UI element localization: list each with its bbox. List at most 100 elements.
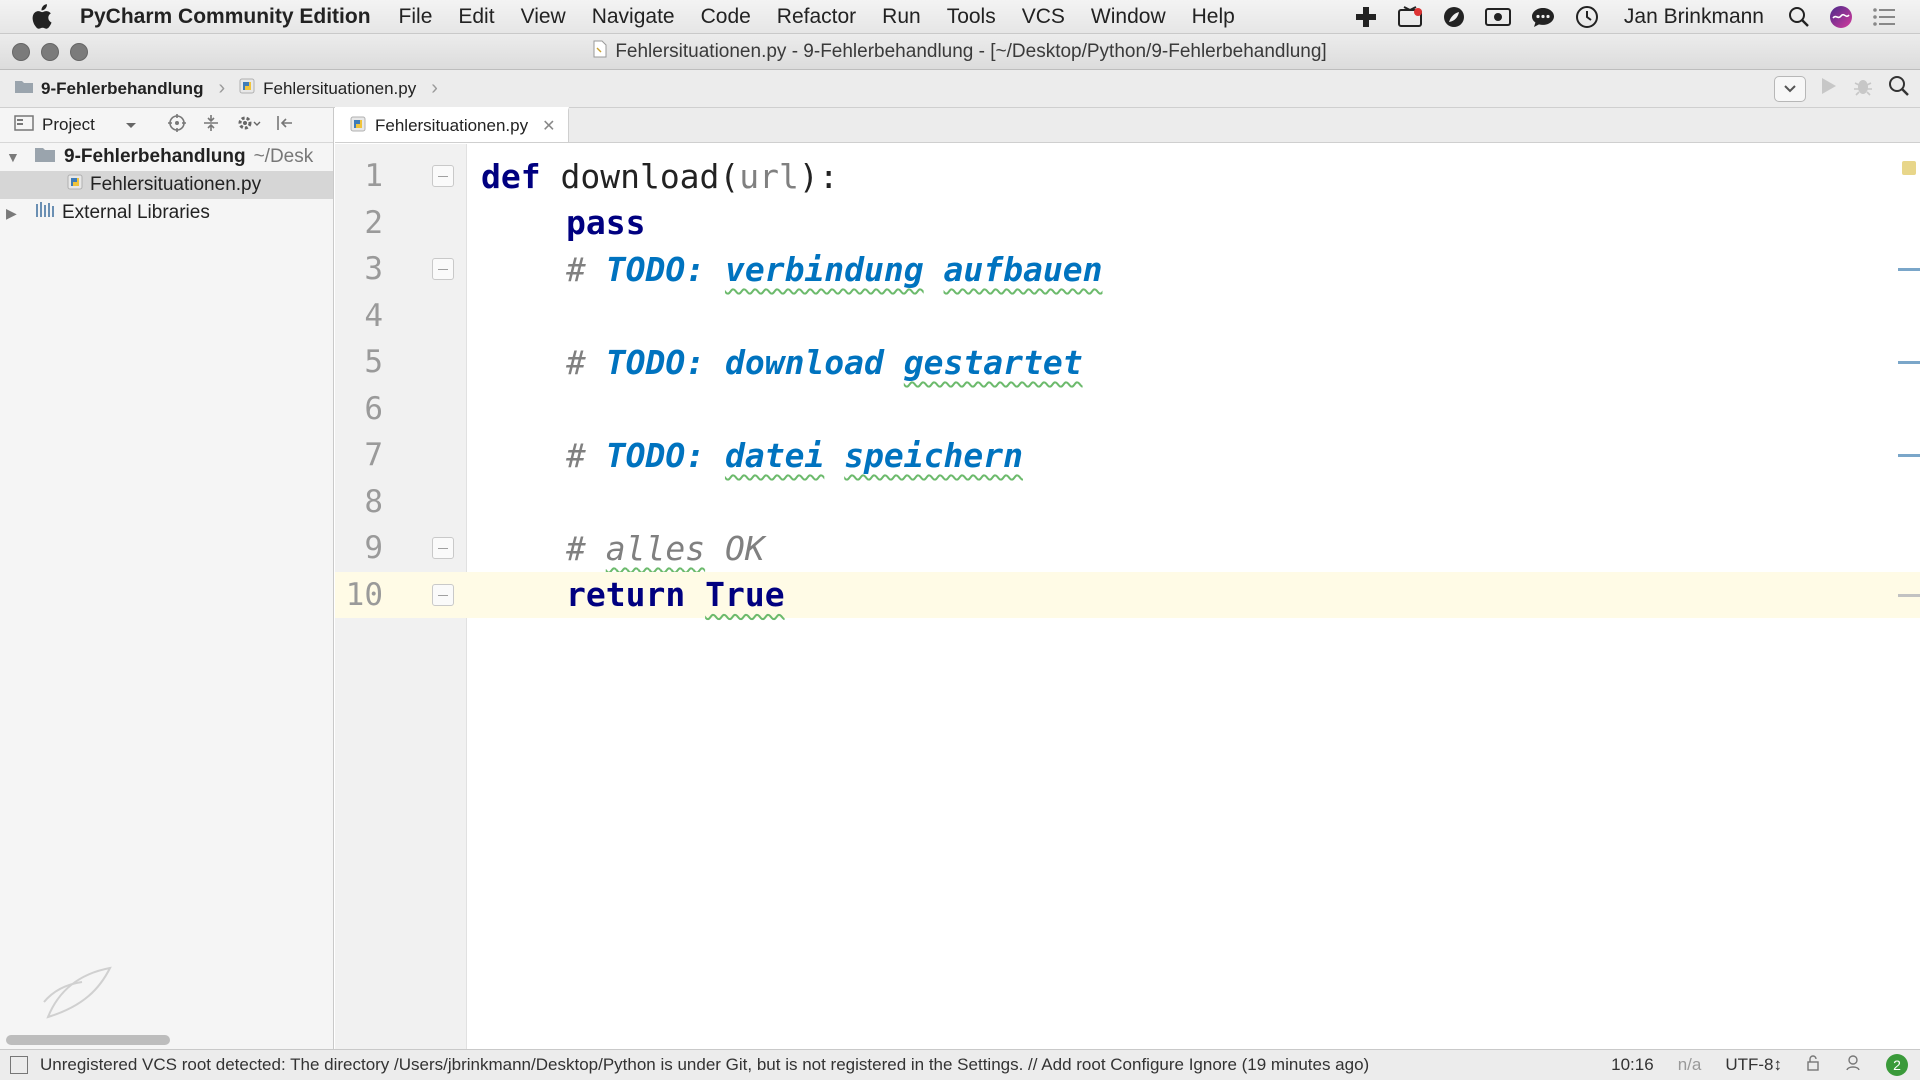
code-line[interactable]: 3 # TODO: verbindung aufbauen: [335, 246, 1920, 293]
presentation-icon[interactable]: [1396, 4, 1424, 30]
apple-icon[interactable]: [30, 3, 58, 30]
menu-view[interactable]: View: [521, 5, 566, 29]
menu-run[interactable]: Run: [882, 5, 921, 29]
collapse-all-icon[interactable]: [201, 113, 221, 138]
todo-word: gestartet: [903, 342, 1083, 382]
comment-word: OK: [705, 528, 765, 568]
close-window-button[interactable]: [12, 43, 30, 61]
project-view-selector[interactable]: Project: [42, 115, 95, 135]
inspection-status-icon[interactable]: [1902, 161, 1916, 175]
todo-stripe-marker[interactable]: [1898, 268, 1920, 271]
notification-center-icon[interactable]: [1872, 7, 1896, 27]
line-separator-indicator[interactable]: n/a: [1678, 1055, 1702, 1075]
run-configuration-dropdown[interactable]: [1774, 75, 1806, 102]
fold-marker-icon[interactable]: [432, 537, 454, 559]
code-line[interactable]: 1 def download(url):: [335, 153, 1920, 200]
scroll-from-source-icon[interactable]: [167, 113, 187, 138]
tool-windows-toggle-icon[interactable]: [10, 1056, 28, 1074]
zoom-window-button[interactable]: [70, 43, 88, 61]
menu-tools[interactable]: Tools: [947, 5, 996, 29]
tab-fehlersituationen[interactable]: Fehlersituationen.py ✕: [335, 107, 569, 142]
chevron-down-icon[interactable]: [125, 115, 137, 135]
todo-stripe-marker[interactable]: [1898, 361, 1920, 364]
code-line[interactable]: 4: [335, 293, 1920, 340]
window-controls: [12, 43, 88, 61]
menu-file[interactable]: File: [399, 5, 433, 29]
code-line[interactable]: 5 # TODO: download gestartet: [335, 339, 1920, 386]
breadcrumb-file[interactable]: Fehlersituationen.py: [263, 79, 416, 99]
search-everywhere-icon[interactable]: [1888, 75, 1910, 102]
menu-navigate[interactable]: Navigate: [592, 5, 675, 29]
folder-icon: [34, 145, 56, 169]
code-line[interactable]: 8: [335, 479, 1920, 526]
user-name[interactable]: Jan Brinkmann: [1624, 5, 1764, 29]
menu-code[interactable]: Code: [701, 5, 751, 29]
fold-marker-icon[interactable]: [432, 165, 454, 187]
lock-icon[interactable]: [1806, 1054, 1820, 1076]
python-file-icon: [66, 173, 84, 197]
line-number: 4: [364, 297, 383, 334]
fold-marker-icon[interactable]: [432, 258, 454, 280]
tree-item-file[interactable]: Fehlersituationen.py: [0, 171, 333, 199]
spotlight-search-icon[interactable]: [1788, 6, 1810, 28]
hide-panel-icon[interactable]: [275, 113, 295, 138]
code-line[interactable]: 2 pass: [335, 200, 1920, 247]
debug-icon[interactable]: [1852, 75, 1874, 102]
code-line-current[interactable]: 10 return True: [335, 571, 1920, 618]
todo-label: TODO:: [605, 342, 706, 382]
tree-item-external-libraries[interactable]: ▶ External Libraries: [0, 199, 333, 227]
code-area[interactable]: 1 def download(url): 2 pass 3 # TODO: ve…: [335, 153, 1920, 618]
fold-marker-icon[interactable]: [432, 583, 454, 606]
leaf-icon[interactable]: [1442, 5, 1466, 29]
menu-vcs[interactable]: VCS: [1022, 5, 1065, 29]
event-log-badge[interactable]: 2: [1886, 1054, 1908, 1076]
camera-record-icon[interactable]: [1484, 5, 1512, 29]
code-text: return True: [566, 575, 785, 614]
expand-arrow-icon[interactable]: ▼: [6, 149, 20, 165]
code-line[interactable]: 7 # TODO: datei speichern: [335, 432, 1920, 479]
time-machine-icon[interactable]: [1574, 4, 1600, 30]
todo-word: aufbauen: [943, 249, 1103, 289]
chat-icon[interactable]: [1530, 5, 1556, 29]
minimize-window-button[interactable]: [41, 43, 59, 61]
expand-arrow-icon[interactable]: ▶: [6, 205, 20, 222]
line-number: 7: [364, 437, 383, 474]
menu-help[interactable]: Help: [1192, 5, 1235, 29]
error-stripe-marker[interactable]: [1898, 593, 1920, 597]
window-title-bar: Fehlersituationen.py - 9-Fehlerbehandlun…: [0, 34, 1920, 70]
python-file-icon: [238, 77, 256, 100]
caret-position[interactable]: 10:16: [1611, 1055, 1654, 1075]
plus-extension-icon[interactable]: [1354, 5, 1378, 29]
todo-word: datei: [724, 435, 825, 475]
editor-area: Fehlersituationen.py ✕ 1 def download(ur…: [335, 107, 1920, 1049]
code-line[interactable]: 9 # alles OK: [335, 525, 1920, 572]
line-number: 2: [364, 204, 383, 241]
document-icon: [593, 40, 607, 64]
tree-item-project-folder[interactable]: ▼ 9-Fehlerbehandlung ~/Desk: [0, 143, 333, 171]
status-message[interactable]: Unregistered VCS root detected: The dire…: [40, 1055, 1369, 1075]
code-line[interactable]: 6: [335, 386, 1920, 433]
app-name-menu[interactable]: PyCharm Community Edition: [80, 5, 371, 29]
inspector-icon[interactable]: [1844, 1054, 1862, 1077]
tree-item-path: ~/Desk: [253, 146, 314, 167]
punctuation: ):: [798, 156, 839, 196]
library-icon: [34, 201, 56, 225]
gear-icon[interactable]: [235, 113, 261, 138]
code-text: # TODO: download gestartet: [566, 343, 1083, 382]
file-encoding[interactable]: UTF-8↕: [1725, 1055, 1782, 1075]
code-text: # TODO: datei speichern: [566, 436, 1023, 475]
todo-stripe-marker[interactable]: [1898, 454, 1920, 457]
menu-refactor[interactable]: Refactor: [777, 5, 856, 29]
menu-window[interactable]: Window: [1091, 5, 1166, 29]
siri-icon[interactable]: [1828, 4, 1854, 30]
comment-hash: #: [566, 342, 606, 382]
close-tab-icon[interactable]: ✕: [542, 116, 555, 136]
tab-label: Fehlersituationen.py: [375, 116, 529, 135]
breadcrumb-project[interactable]: 9-Fehlerbehandlung: [41, 79, 203, 99]
horizontal-scrollbar[interactable]: [6, 1035, 170, 1045]
menu-edit[interactable]: Edit: [458, 5, 494, 29]
tree-item-label: Fehlersituationen.py: [90, 174, 262, 195]
todo-word: speichern: [844, 435, 1023, 475]
comment-hash: #: [566, 249, 606, 289]
run-icon[interactable]: [1820, 76, 1838, 101]
